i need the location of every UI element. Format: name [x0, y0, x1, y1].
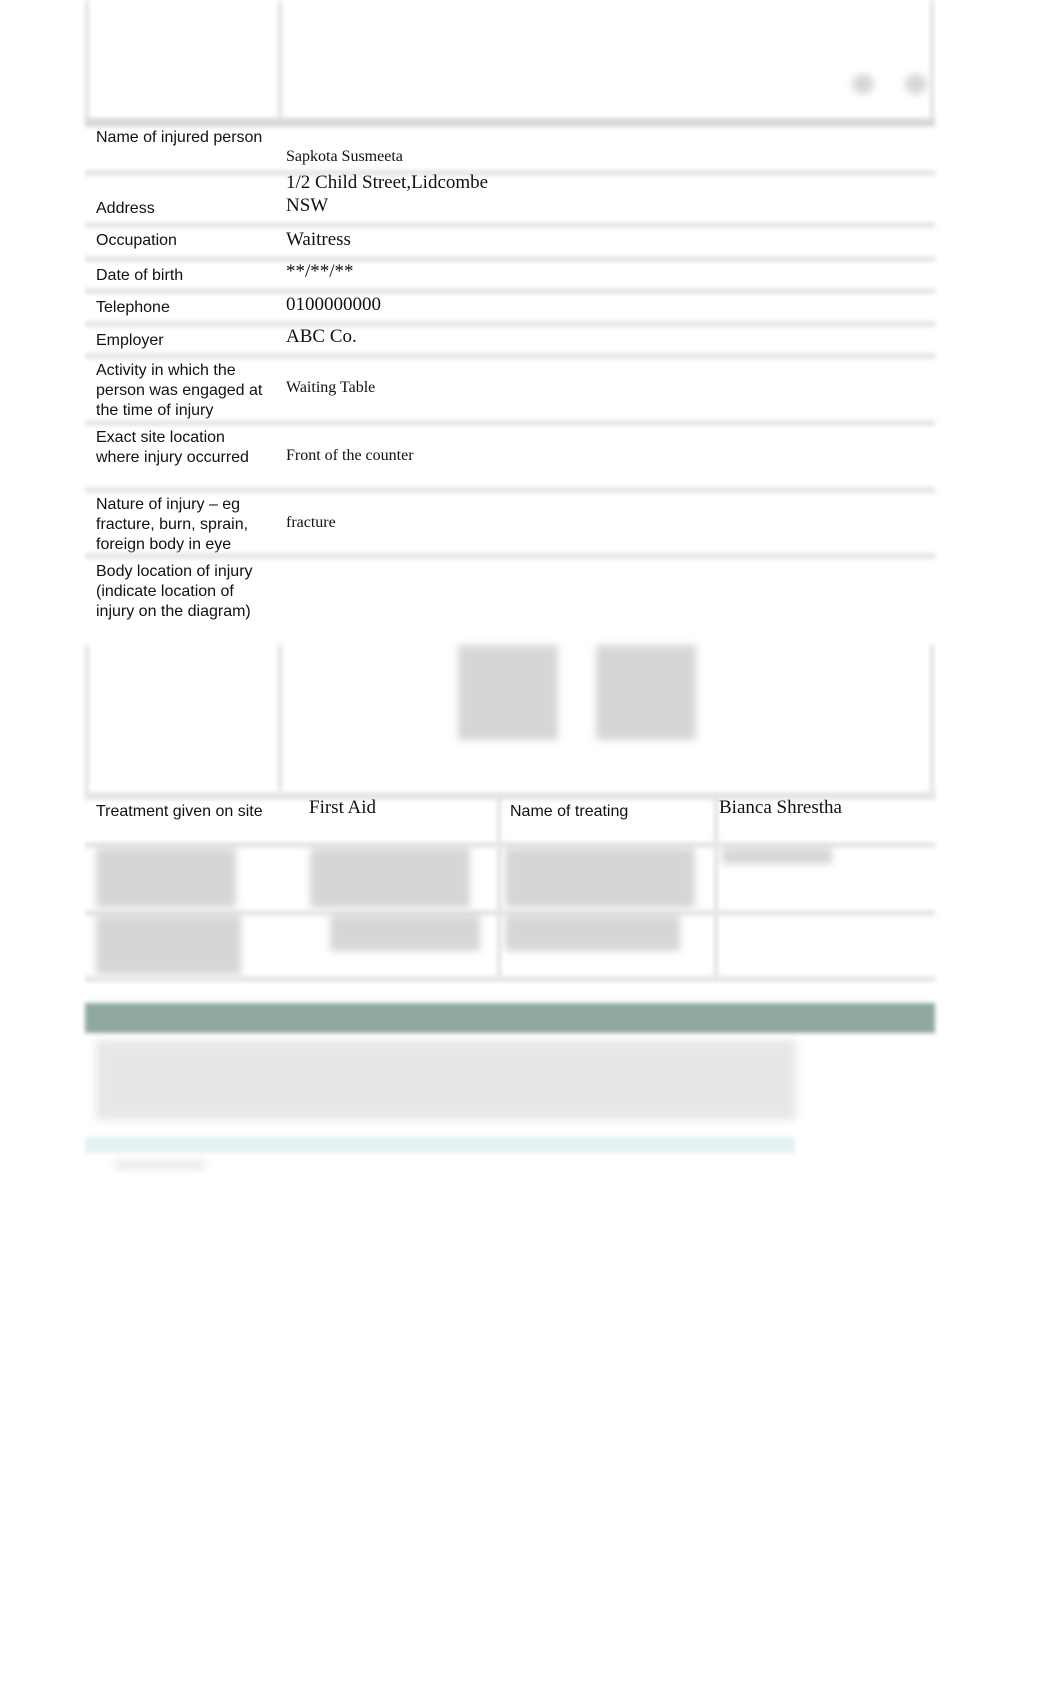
value-name: Sapkota Susmeeta — [286, 148, 403, 165]
blurred-field — [96, 848, 236, 908]
blurred-field — [96, 915, 241, 975]
blurred-field — [722, 848, 832, 864]
label-treatment: Treatment given on site — [96, 803, 263, 820]
table-border — [930, 0, 934, 120]
row-divider — [85, 170, 935, 176]
body-diagram-front — [458, 645, 558, 740]
footer-bar — [85, 1137, 795, 1153]
label-activity: Activity in which the person was engaged… — [96, 362, 263, 419]
row-divider — [85, 553, 935, 559]
table-border — [714, 795, 718, 980]
value-site-location: Front of the counter — [286, 447, 414, 464]
label-occupation: Occupation — [96, 232, 177, 249]
value-occupation: Waitress — [286, 229, 351, 250]
label-site-location: Exact site location where injury occurre… — [96, 429, 249, 466]
value-nature: fracture — [286, 514, 336, 531]
label-treater: Name of treating — [510, 803, 629, 820]
document-page: Name of injured person Sapkota Susmeeta … — [0, 0, 1062, 1686]
row-divider — [85, 487, 935, 493]
row-divider — [85, 256, 935, 262]
label-dob: Date of birth — [96, 267, 184, 284]
label-nature: Nature of injury – eg fracture, burn, sp… — [96, 496, 249, 553]
checkbox-icon — [852, 74, 874, 94]
table-border — [278, 645, 282, 795]
value-activity: Waiting Table — [286, 379, 376, 396]
row-divider — [85, 353, 935, 359]
blurred-field — [505, 915, 680, 951]
label-body-location: Body location of injury (indicate locati… — [96, 563, 253, 620]
row-divider — [85, 976, 935, 982]
table-border — [497, 795, 501, 980]
value-treater: Bianca Shrestha — [719, 797, 842, 818]
blurred-field — [505, 848, 695, 908]
row-divider — [85, 420, 935, 426]
label-address: Address — [96, 200, 155, 217]
label-employer: Employer — [96, 332, 164, 349]
value-telephone: 0100000000 — [286, 294, 381, 315]
value-dob: **/**/** — [286, 261, 354, 282]
row-divider — [85, 118, 935, 127]
blurred-field — [330, 915, 480, 951]
row-divider — [85, 321, 935, 327]
value-address: 1/2 Child Street,Lidcombe NSW — [286, 172, 489, 216]
table-border — [85, 0, 89, 120]
row-divider — [85, 288, 935, 294]
body-diagram-back — [596, 645, 696, 740]
table-border — [930, 645, 934, 795]
section-header-bar — [85, 1003, 935, 1033]
footer-text — [115, 1160, 205, 1170]
value-treatment: First Aid — [309, 797, 377, 818]
blurred-witness-table — [96, 1040, 796, 1120]
row-divider — [85, 222, 935, 228]
label-telephone: Telephone — [96, 299, 170, 316]
table-border — [85, 645, 89, 795]
checkbox-icon — [905, 74, 927, 94]
blurred-field — [310, 848, 470, 908]
value-employer: ABC Co. — [286, 326, 357, 347]
table-border — [278, 0, 282, 120]
label-name: Name of injured person — [96, 129, 263, 146]
